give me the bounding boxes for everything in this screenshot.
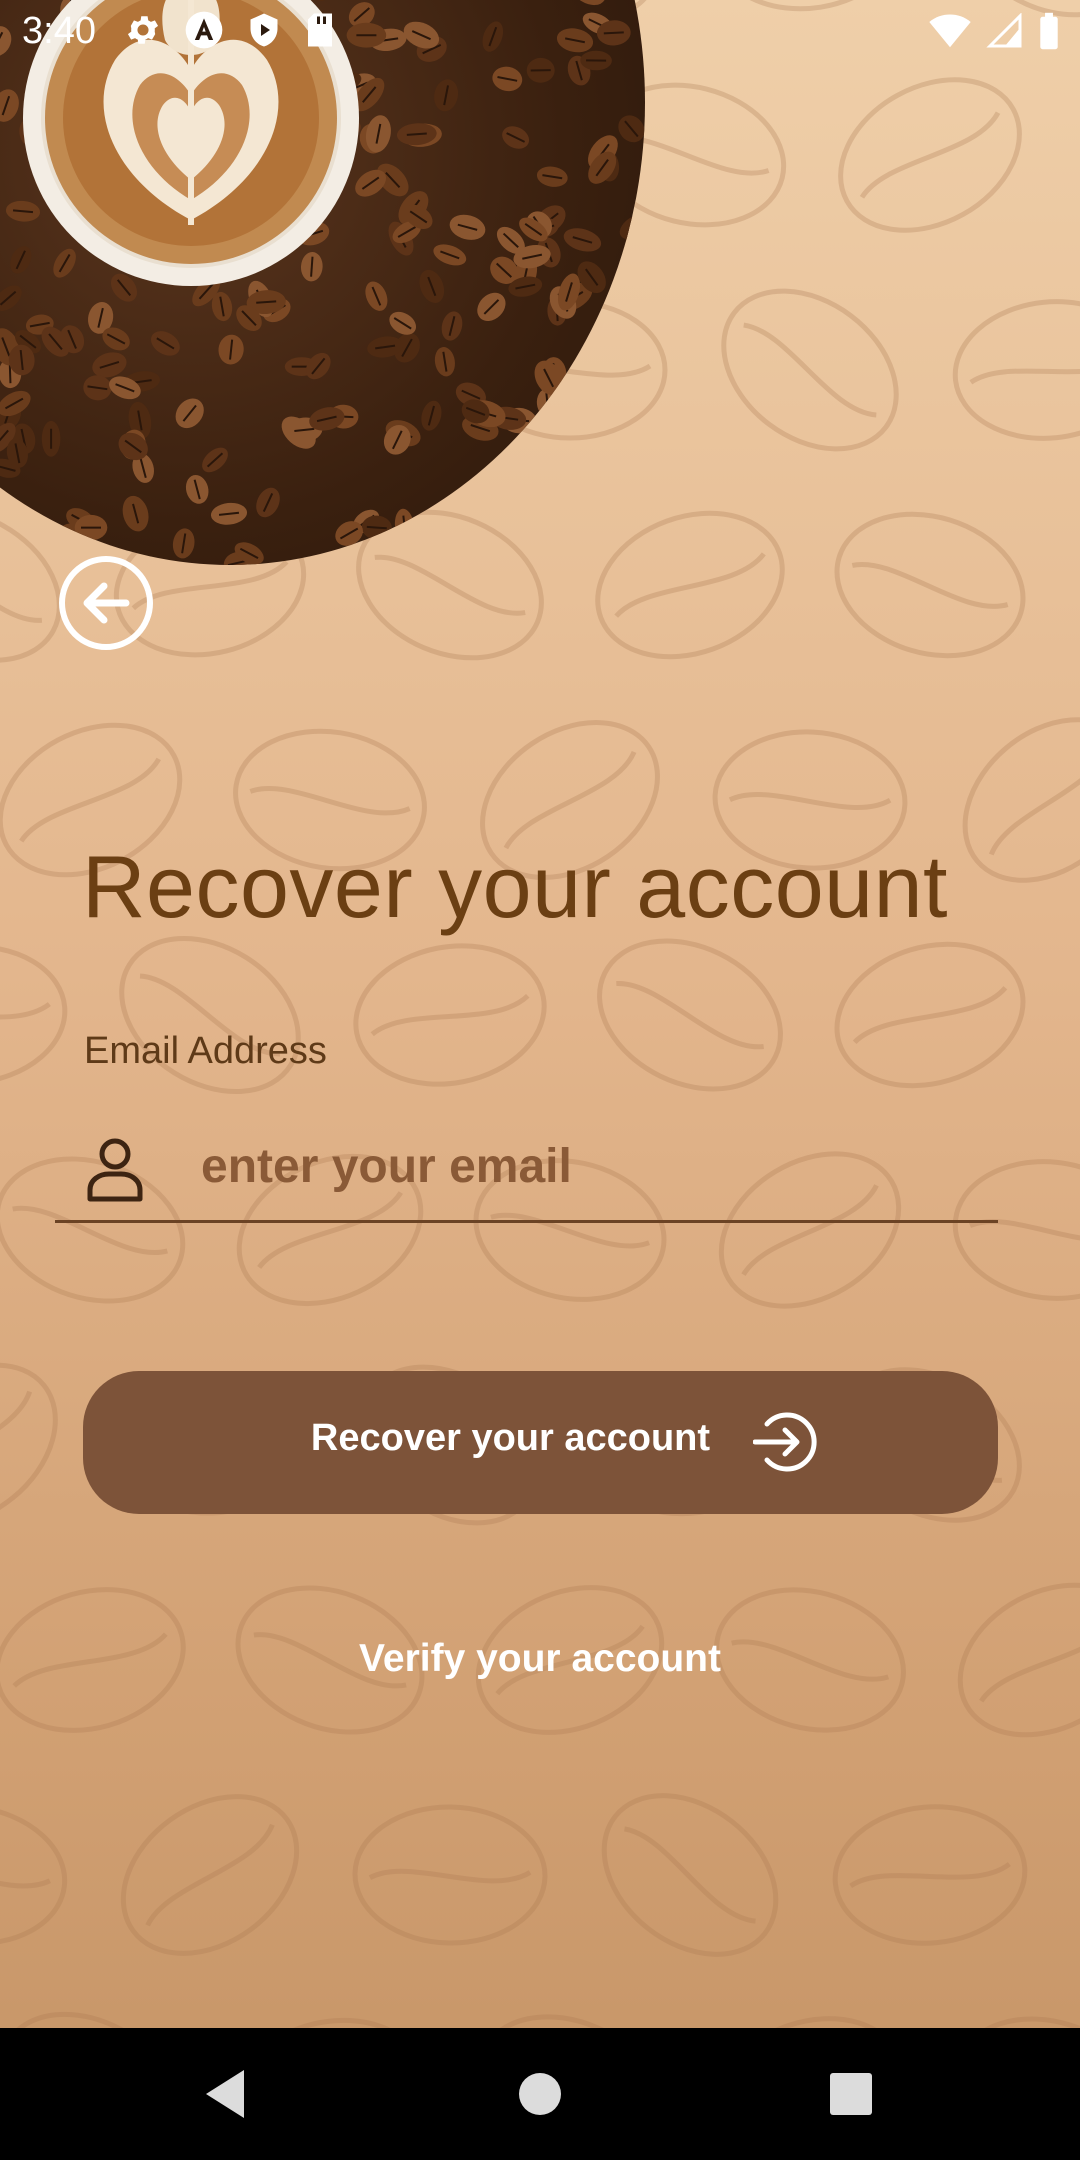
home-circle-icon[interactable] [510, 2064, 570, 2124]
status-left-icons [124, 10, 336, 50]
status-bar: 3:40 [0, 0, 1080, 64]
sd-card-icon [308, 13, 332, 47]
wifi-icon [929, 14, 971, 48]
battery-icon [1040, 12, 1058, 50]
email-label: Email Address [84, 1030, 327, 1072]
back-triangle-icon[interactable] [198, 2064, 258, 2124]
settings-icon [127, 16, 159, 44]
user-icon [87, 1138, 143, 1202]
navigation-bar [0, 2028, 1080, 2160]
verify-account-link[interactable]: Verify your account [0, 1637, 1080, 1681]
autofill-a-icon [185, 11, 223, 49]
play-protect-icon [250, 13, 278, 47]
status-right-icons [928, 12, 1060, 50]
page-title: Recover your account [82, 837, 948, 936]
cell-signal-icon [986, 13, 1022, 48]
email-input[interactable] [201, 1124, 961, 1208]
login-arrow-icon [753, 1412, 817, 1472]
back-arrow-circle-icon [59, 556, 153, 650]
back-button[interactable] [58, 555, 154, 651]
recover-account-screen: 3:40 Recover your account Email Address … [0, 0, 1080, 2160]
recents-square-icon[interactable] [821, 2064, 881, 2124]
recover-account-button[interactable]: Recover your account [83, 1371, 998, 1514]
email-field-container [55, 1120, 998, 1223]
status-time: 3:40 [22, 10, 96, 52]
